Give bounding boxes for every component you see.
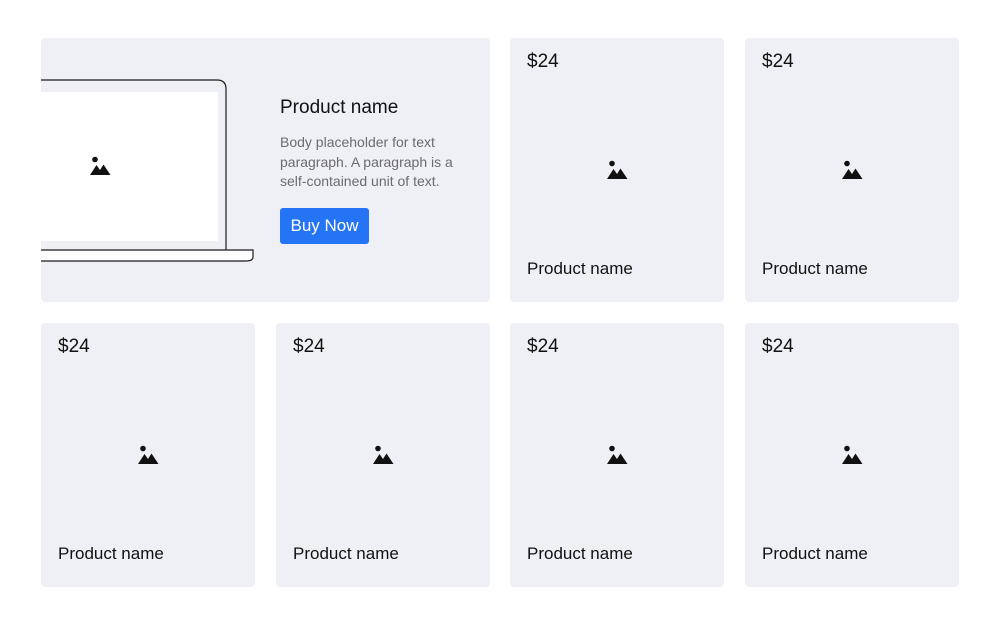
image-placeholder-icon bbox=[373, 445, 394, 465]
product-price: $24 bbox=[293, 336, 325, 357]
featured-product-title: Product name bbox=[280, 97, 399, 118]
product-price: $24 bbox=[762, 336, 794, 357]
product-card[interactable]: $24 Product name bbox=[510, 323, 724, 587]
product-name: Product name bbox=[293, 544, 399, 563]
product-card[interactable]: $24 Product name bbox=[41, 323, 255, 587]
product-card[interactable]: $24 Product name bbox=[745, 323, 959, 587]
image-placeholder-icon bbox=[90, 156, 111, 176]
product-name: Product name bbox=[762, 544, 868, 563]
image-placeholder-icon bbox=[842, 445, 863, 465]
product-name: Product name bbox=[527, 259, 633, 278]
image-placeholder-icon bbox=[842, 160, 863, 180]
product-price: $24 bbox=[527, 51, 559, 72]
product-price: $24 bbox=[527, 336, 559, 357]
featured-product-description: Body placeholder for text paragraph. A p… bbox=[280, 134, 453, 189]
product-price: $24 bbox=[762, 51, 794, 72]
product-card[interactable]: $24 Product name bbox=[510, 38, 724, 302]
featured-product-card[interactable]: Product name Body placeholder for text p… bbox=[41, 38, 490, 302]
laptop-icon bbox=[41, 38, 301, 302]
product-name: Product name bbox=[762, 259, 868, 278]
product-name: Product name bbox=[527, 544, 633, 563]
product-card[interactable]: $24 Product name bbox=[745, 38, 959, 302]
product-price: $24 bbox=[58, 336, 90, 357]
buy-now-button[interactable]: Buy Now bbox=[280, 208, 369, 244]
product-name: Product name bbox=[58, 544, 164, 563]
product-card[interactable]: $24 Product name bbox=[276, 323, 490, 587]
image-placeholder-icon bbox=[138, 445, 159, 465]
image-placeholder-icon bbox=[607, 445, 628, 465]
image-placeholder-icon bbox=[607, 160, 628, 180]
